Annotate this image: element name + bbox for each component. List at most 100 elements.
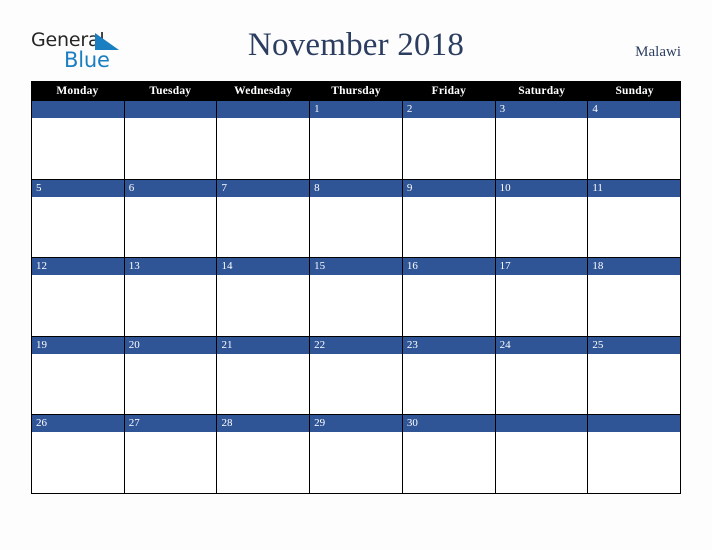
day-number: 9 [406,181,413,194]
day-notes-area[interactable] [402,196,495,258]
day-cell[interactable] [495,415,589,493]
day-notes-area[interactable] [217,432,310,493]
day-number: 29 [314,417,326,430]
day-notes-area[interactable] [217,196,310,258]
day-cell[interactable]: 26 [32,415,125,493]
day-cell[interactable]: 25 [588,336,681,415]
day-cell[interactable]: 6 [124,179,218,258]
day-notes-area[interactable] [310,432,402,493]
day-notes-area[interactable] [402,432,495,493]
day-number: 21 [221,338,233,351]
day-notes-area[interactable] [124,275,217,336]
day-notes-area[interactable] [217,353,310,415]
day-notes-area[interactable] [588,118,681,179]
day-notes-area[interactable] [310,196,402,258]
day-notes-area[interactable] [124,353,217,415]
calendar-grid: Monday Tuesday Wednesday Thursday Friday… [31,81,681,494]
day-bar [124,101,217,118]
day-notes-area[interactable] [495,196,588,258]
day-number: 13 [128,260,140,273]
day-cell[interactable]: 14 [217,258,311,336]
day-notes-area[interactable] [588,432,681,493]
day-notes-area[interactable] [588,196,681,258]
day-number: 22 [314,338,326,351]
day-notes-area[interactable] [32,432,124,493]
day-notes-area[interactable] [124,118,217,179]
day-cell[interactable]: 18 [588,258,681,336]
day-cell[interactable]: 27 [124,415,218,493]
day-notes-area[interactable] [588,275,681,336]
day-cell[interactable]: 22 [310,336,403,415]
week-row: 26 27 28 29 30 [32,415,681,493]
day-cell[interactable]: 28 [217,415,311,493]
day-notes-area[interactable] [32,118,124,179]
day-notes-area[interactable] [32,353,124,415]
day-cell[interactable]: 10 [495,179,589,258]
day-notes-area[interactable] [217,118,310,179]
day-cell[interactable]: 12 [32,258,125,336]
page-title: November 2018 [247,27,465,63]
weekday-header-tuesday: Tuesday [149,85,192,97]
weekday-header-thursday: Thursday [331,85,381,97]
day-cell[interactable]: 30 [402,415,496,493]
day-cell[interactable]: 23 [402,336,496,415]
day-notes-area[interactable] [32,196,124,258]
day-number: 20 [128,338,140,351]
day-cell[interactable] [124,101,218,179]
day-notes-area[interactable] [402,118,495,179]
weekday-header-friday: Friday [431,85,467,97]
day-cell[interactable] [588,415,681,493]
day-cell[interactable]: 21 [217,336,311,415]
day-cell[interactable]: 7 [217,179,311,258]
day-cell[interactable]: 9 [402,179,496,258]
week-row: 19 20 21 22 23 24 25 [32,336,681,416]
day-number: 4 [592,103,598,115]
day-cell[interactable]: 2 [402,101,496,179]
day-notes-area[interactable] [124,196,217,258]
day-notes-area[interactable] [124,432,217,493]
day-notes-area[interactable] [495,275,588,336]
day-cell[interactable]: 24 [495,336,589,415]
day-number: 26 [36,417,47,430]
day-cell[interactable]: 20 [124,336,218,415]
weekday-header-sunday: Sunday [615,85,654,97]
day-number: 30 [406,417,418,430]
day-cell[interactable]: 19 [32,336,125,415]
day-cell[interactable]: 11 [588,179,681,258]
day-notes-area[interactable] [310,118,402,179]
day-notes-area[interactable] [495,353,588,415]
day-notes-area[interactable] [495,432,588,493]
day-cell[interactable]: 4 [588,101,681,179]
day-cell[interactable]: 15 [310,258,403,336]
day-number: 17 [499,260,511,273]
day-notes-area[interactable] [402,275,495,336]
day-notes-area[interactable] [310,275,402,336]
day-bar [217,179,310,197]
week-row: 1 2 3 4 [32,101,681,180]
day-notes-area[interactable] [402,353,495,415]
day-cell[interactable] [32,101,125,179]
day-notes-area[interactable] [310,353,402,415]
day-cell[interactable]: 16 [402,258,496,336]
day-cell[interactable]: 29 [310,415,403,493]
day-cell[interactable]: 17 [495,258,589,336]
day-notes-area[interactable] [588,353,681,415]
day-cell[interactable] [217,101,311,179]
day-bar [310,101,402,118]
day-bar [32,179,124,197]
day-number: 2 [406,103,413,115]
day-number: 6 [128,181,135,194]
day-cell[interactable]: 5 [32,179,125,258]
weekday-header-wednesday: Wednesday [234,85,293,97]
day-notes-area[interactable] [495,118,588,179]
day-notes-area[interactable] [217,275,310,336]
day-cell[interactable]: 8 [310,179,403,258]
day-cell[interactable]: 1 [310,101,403,179]
day-notes-area[interactable] [32,275,124,336]
day-number: 24 [499,338,511,351]
day-number: 8 [314,181,320,194]
day-cell[interactable]: 3 [495,101,589,179]
day-number: 1 [314,103,320,115]
day-cell[interactable]: 13 [124,258,218,336]
day-bar [310,179,402,197]
